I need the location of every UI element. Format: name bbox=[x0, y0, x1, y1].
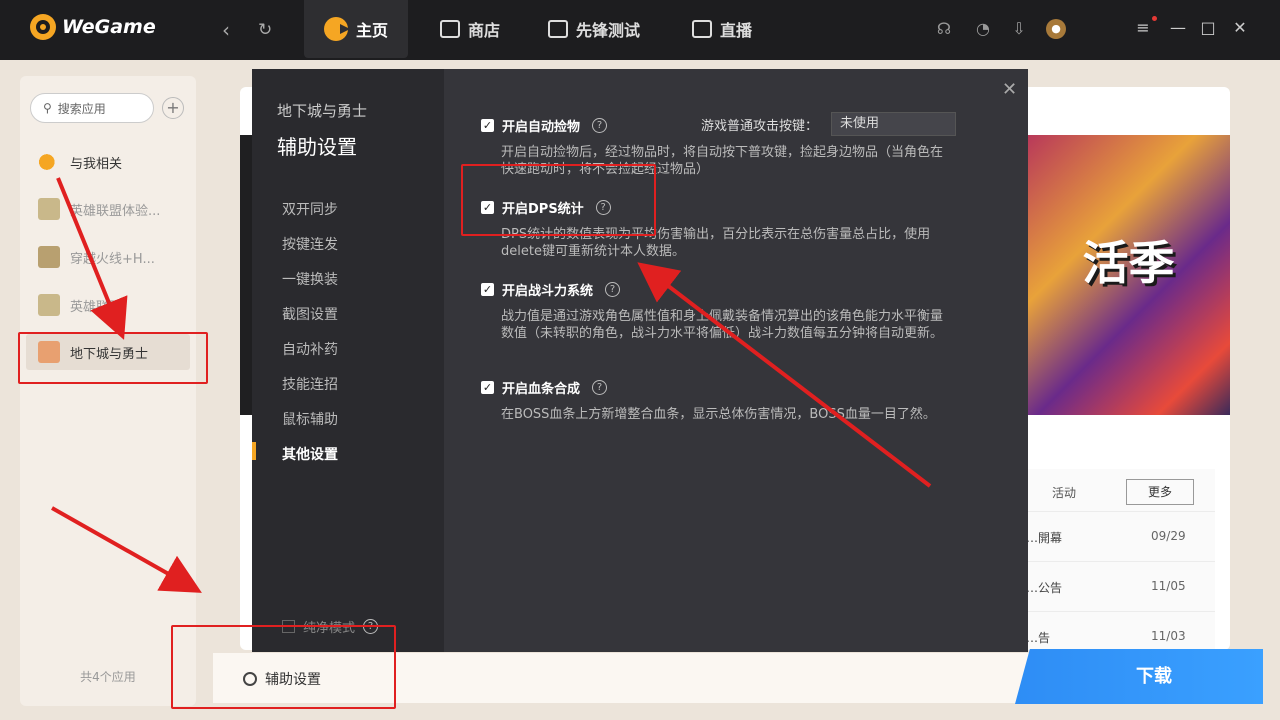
nav-skill-combo[interactable]: 技能连招 bbox=[282, 374, 338, 394]
download-manager-icon[interactable]: ⇩ bbox=[1009, 19, 1029, 39]
wegame-logo-icon bbox=[30, 14, 56, 40]
checkbox-checked-icon[interactable]: ✓ bbox=[481, 381, 494, 394]
search-placeholder: 搜索应用 bbox=[57, 101, 106, 116]
tab-store-label: 商店 bbox=[468, 21, 501, 40]
more-button[interactable]: 更多 bbox=[1126, 479, 1194, 505]
app-name: WeGame bbox=[62, 16, 156, 38]
news-date: 09/29 bbox=[1151, 529, 1186, 543]
help-icon[interactable]: ? bbox=[592, 380, 608, 395]
close-window-icon[interactable]: ✕ bbox=[1230, 18, 1250, 37]
live-play-icon bbox=[692, 20, 712, 38]
nav-active-indicator bbox=[252, 442, 256, 460]
help-icon[interactable]: ? bbox=[605, 282, 621, 297]
nav-mouse-assist[interactable]: 鼠标辅助 bbox=[282, 409, 338, 429]
checkbox-checked-icon[interactable]: ✓ bbox=[481, 283, 494, 296]
lol-icon bbox=[38, 294, 60, 316]
minimize-icon[interactable]: — bbox=[1168, 18, 1188, 37]
sidebar-item-related[interactable]: 与我相关 bbox=[26, 144, 190, 180]
news-tab-activity[interactable]: 活动 bbox=[1052, 484, 1076, 501]
nav-key-repeat[interactable]: 按键连发 bbox=[282, 234, 338, 254]
banner-text: 活季 bbox=[1082, 236, 1175, 290]
settings-nav: 地下城与勇士 辅助设置 双开同步 按键连发 一键换装 截图设置 自动补药 技能连… bbox=[252, 69, 444, 652]
close-icon[interactable]: ✕ bbox=[1002, 79, 1017, 100]
nav-quick-equip[interactable]: 一键换装 bbox=[282, 269, 338, 289]
app-count: 共4个应用 bbox=[80, 670, 136, 684]
pioneer-test-icon bbox=[548, 20, 568, 38]
option-label: 开启战斗力系统 bbox=[502, 284, 594, 299]
option-description: 在BOSS血条上方新增整合血条，显示总体伤害情况，BOSS血量一目了然。 bbox=[501, 407, 936, 422]
checkbox-checked-icon[interactable]: ✓ bbox=[481, 119, 494, 132]
top-bar: WeGame ‹ ↻ 主页 商店 先锋测试 直播 ☊ ◔ ⇩ ● ≡ — □ ✕ bbox=[0, 0, 1280, 60]
search-icon: ⚲ bbox=[43, 101, 52, 115]
app-sidebar: ⚲ 搜索应用 + 与我相关 英雄联盟体验... 穿越火线+H... 英雄联盟 地… bbox=[20, 76, 196, 706]
avatar[interactable]: ● bbox=[1046, 19, 1066, 39]
wegame-logo[interactable]: WeGame bbox=[30, 14, 156, 40]
option-combat-power[interactable]: ✓ 开启战斗力系统 ? bbox=[481, 280, 621, 299]
back-arrow-icon[interactable]: ‹ bbox=[222, 18, 230, 42]
option-hp-bar-merge[interactable]: ✓ 开启血条合成 ? bbox=[481, 378, 608, 397]
related-icon bbox=[38, 151, 60, 173]
annotation-box-dps bbox=[461, 164, 656, 236]
keybind-select[interactable]: 未使用 bbox=[831, 112, 956, 136]
sidebar-item-label: 英雄联盟体验... bbox=[70, 203, 161, 219]
annotation-box-assist bbox=[171, 625, 396, 709]
sidebar-item-lol-trial[interactable]: 英雄联盟体验... bbox=[26, 191, 190, 227]
news-row[interactable]: …告 11/03 bbox=[1010, 611, 1215, 650]
help-icon[interactable]: ? bbox=[592, 118, 608, 133]
modal-title: 辅助设置 bbox=[277, 135, 357, 159]
tab-pioneer-test[interactable]: 先锋测试 bbox=[528, 0, 660, 58]
nav-screenshot[interactable]: 截图设置 bbox=[282, 304, 338, 324]
news-header: 活动 更多 bbox=[1010, 479, 1215, 505]
headset-icon[interactable]: ☊ bbox=[934, 19, 954, 39]
news-date: 11/05 bbox=[1151, 579, 1186, 593]
option-auto-pickup[interactable]: ✓ 开启自动捡物 ? bbox=[481, 116, 608, 135]
sidebar-item-lol[interactable]: 英雄联盟 bbox=[26, 287, 190, 323]
download-button[interactable]: 下载 bbox=[1015, 649, 1263, 704]
nav-dual-sync[interactable]: 双开同步 bbox=[282, 199, 338, 219]
news-title: …開幕 bbox=[1026, 531, 1063, 545]
tab-home[interactable]: 主页 bbox=[304, 0, 409, 58]
option-label: 开启血条合成 bbox=[502, 382, 581, 397]
keybind-label: 游戏普通攻击按键： bbox=[701, 119, 819, 134]
news-title: …告 bbox=[1026, 631, 1051, 645]
sidebar-item-label: 英雄联盟 bbox=[70, 299, 123, 315]
tab-store[interactable]: 商店 bbox=[420, 0, 520, 58]
store-bag-icon bbox=[440, 20, 460, 38]
assist-settings-modal: 地下城与勇士 辅助设置 双开同步 按键连发 一键换装 截图设置 自动补药 技能连… bbox=[252, 69, 1028, 652]
menu-icon[interactable]: ≡ bbox=[1133, 18, 1153, 37]
chat-icon[interactable]: ◔ bbox=[973, 19, 993, 39]
option-label: 开启自动捡物 bbox=[502, 120, 581, 135]
lol-trial-icon bbox=[38, 198, 60, 220]
news-date: 11/03 bbox=[1151, 629, 1186, 643]
tab-live-label: 直播 bbox=[720, 21, 753, 40]
annotation-box-game bbox=[18, 332, 208, 384]
tab-pioneer-label: 先锋测试 bbox=[576, 21, 641, 40]
news-row[interactable]: …公告 11/05 bbox=[1010, 561, 1215, 611]
sidebar-item-label: 与我相关 bbox=[70, 156, 123, 172]
notification-dot bbox=[1152, 16, 1157, 21]
option-description: 战力值是通过游戏角色属性值和身上佩戴装备情况算出的该角色能力水平衡量数值（未转职… bbox=[501, 309, 944, 341]
maximize-icon[interactable]: □ bbox=[1198, 18, 1218, 37]
tab-live[interactable]: 直播 bbox=[672, 0, 772, 58]
news-title: …公告 bbox=[1026, 581, 1063, 595]
nav-auto-potion[interactable]: 自动补药 bbox=[282, 339, 338, 359]
search-input[interactable]: ⚲ 搜索应用 bbox=[30, 93, 154, 123]
crossfire-icon bbox=[38, 246, 60, 268]
add-app-button[interactable]: + bbox=[162, 97, 184, 119]
sidebar-item-crossfire[interactable]: 穿越火线+H... bbox=[26, 239, 190, 275]
tab-home-label: 主页 bbox=[356, 21, 389, 40]
modal-game-name: 地下城与勇士 bbox=[277, 102, 368, 120]
wegame-home-icon bbox=[324, 17, 350, 41]
news-panel: 活动 更多 …開幕 09/29 …公告 11/05 …告 11/03 bbox=[1010, 469, 1215, 650]
news-row[interactable]: …開幕 09/29 bbox=[1010, 511, 1215, 561]
sidebar-item-label: 穿越火线+H... bbox=[70, 251, 155, 267]
nav-other-settings[interactable]: 其他设置 bbox=[282, 444, 338, 464]
refresh-icon[interactable]: ↻ bbox=[258, 20, 272, 40]
